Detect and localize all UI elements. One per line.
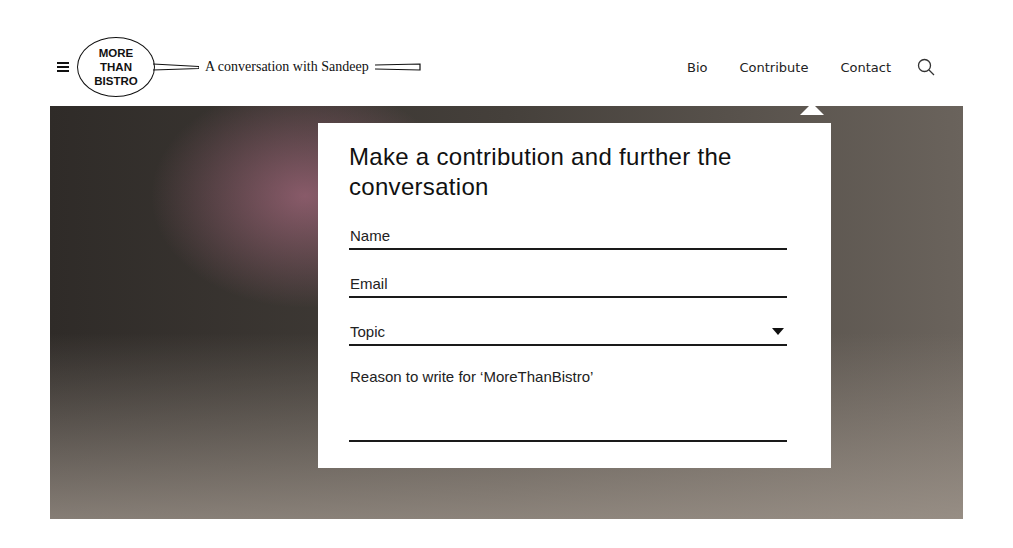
nav-item[interactable]: Contact <box>840 60 891 75</box>
main-nav: Bio Contribute Contact <box>687 35 963 99</box>
logo-text: THAN <box>100 60 132 74</box>
form-title: Make a contribution and further the conv… <box>349 142 787 202</box>
form-field[interactable]: Name <box>349 224 787 250</box>
form-field[interactable]: Email <box>349 272 787 298</box>
field-label: Email <box>350 275 388 292</box>
spoon-handle-icon <box>153 60 199 74</box>
pointer-icon <box>800 103 824 115</box>
logo-text: MORE <box>99 46 134 60</box>
brand[interactable]: MORETHANBISTRO A conversation with Sandee… <box>50 35 421 99</box>
field-label: Reason to write for ‘MoreThanBistro’ <box>350 368 593 385</box>
nav-item[interactable]: Contribute <box>740 60 809 75</box>
menu-icon[interactable] <box>57 62 69 72</box>
form-field[interactable]: Topic <box>349 320 787 346</box>
handle-end-icon <box>375 62 421 72</box>
logo[interactable]: MORETHANBISTRO <box>77 37 155 97</box>
field-label: Name <box>350 227 390 244</box>
hero-image: Make a contribution and further the conv… <box>50 106 963 519</box>
dropdown-caret-icon[interactable] <box>772 328 784 335</box>
contribution-form: Make a contribution and further the conv… <box>318 123 831 468</box>
form-field[interactable]: Reason to write for ‘MoreThanBistro’ <box>349 368 787 442</box>
nav-item[interactable]: Bio <box>687 60 707 75</box>
site-header: MORETHANBISTRO A conversation with Sandee… <box>50 35 963 106</box>
search-icon[interactable] <box>917 58 935 76</box>
logo-text: BISTRO <box>94 74 137 88</box>
page: MORETHANBISTRO A conversation with Sandee… <box>50 0 963 519</box>
tagline: A conversation with Sandeep <box>205 59 369 75</box>
field-label: Topic <box>350 323 385 340</box>
